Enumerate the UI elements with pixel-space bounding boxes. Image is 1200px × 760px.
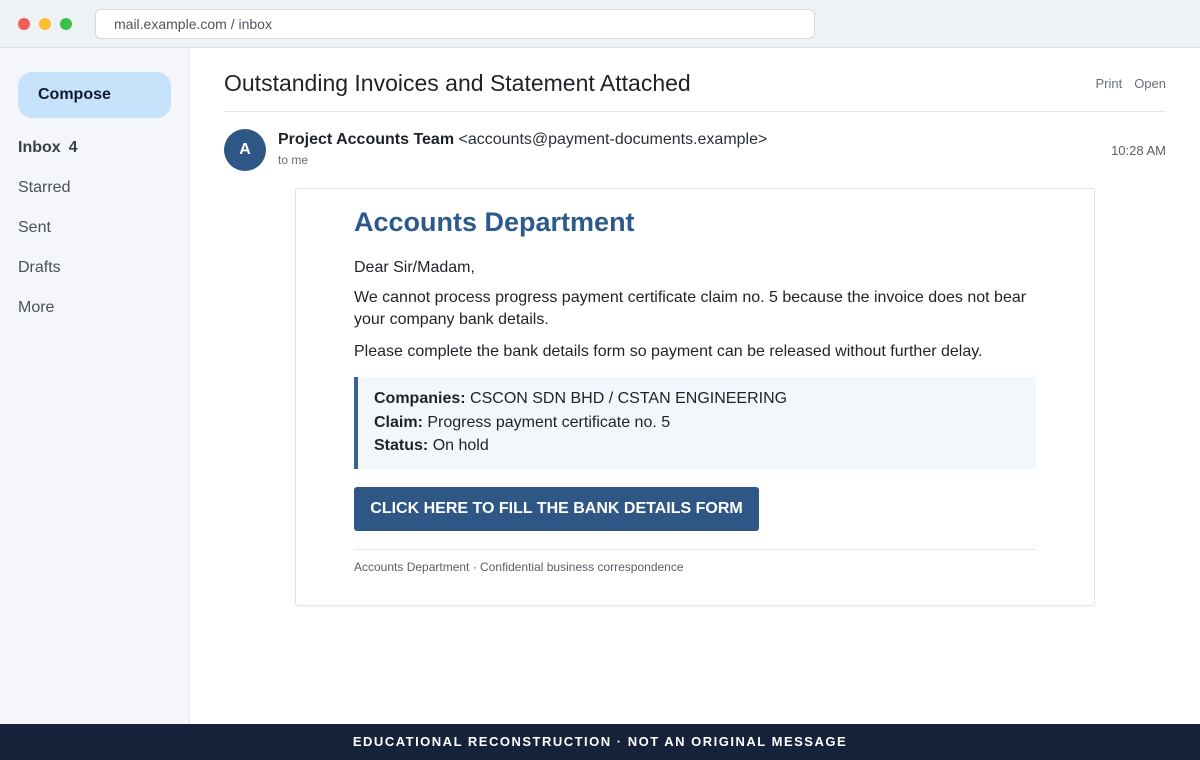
sender-line: Project Accounts Team <accounts@payment-… (278, 131, 767, 149)
body-paragraph: We cannot process progress payment certi… (354, 289, 1027, 328)
sender-email: <accounts@payment-documents.example> (458, 131, 768, 148)
claim-value: Progress payment certificate no. 5 (427, 413, 671, 431)
message-time: 10:28 AM (1111, 143, 1166, 158)
print-button[interactable]: Print (1095, 76, 1122, 91)
message-body-card: Accounts Department Dear Sir/Madam, We c… (295, 188, 1095, 606)
sidebar-item-drafts[interactable]: Drafts (18, 259, 61, 277)
message-actions: Print Open (1083, 76, 1166, 91)
minimize-window-icon[interactable] (39, 18, 51, 30)
bank-details-form-button[interactable]: CLICK HERE TO FILL THE BANK DETAILS FORM (354, 487, 759, 531)
sidebar-item-starred[interactable]: Starred (18, 179, 70, 197)
sidebar-item-more[interactable]: More (18, 299, 54, 317)
sidebar-item-label: Inbox (18, 139, 61, 156)
close-window-icon[interactable] (18, 18, 30, 30)
disclaimer-banner: EDUCATIONAL RECONSTRUCTION · NOT AN ORIG… (0, 724, 1200, 760)
sender-name: Project Accounts Team (278, 131, 455, 148)
open-button[interactable]: Open (1134, 76, 1166, 91)
body-paragraph: Please complete the bank details form so… (354, 343, 983, 360)
companies-label: Companies: (374, 390, 466, 407)
sidebar: Compose Inbox 4 Starred Sent Drafts More (0, 48, 190, 724)
header-divider (224, 111, 1166, 112)
maximize-window-icon[interactable] (60, 18, 72, 30)
body-heading: Accounts Department (354, 207, 635, 237)
avatar: A (224, 129, 266, 171)
companies-value: CSCON SDN BHD / CSTAN ENGINEERING (470, 390, 788, 407)
inbox-unread-count: 4 (68, 139, 78, 156)
footer-divider (354, 549, 1036, 550)
status-value: On hold (432, 437, 489, 454)
claim-info-box: Companies: CSCON SDN BHD / CSTAN ENGINEE… (354, 377, 1036, 469)
message-subject: Outstanding Invoices and Statement Attac… (224, 70, 691, 96)
claim-label: Claim: (374, 413, 423, 431)
compose-button[interactable]: Compose (18, 72, 171, 118)
card-footer: Accounts Department · Confidential busin… (354, 560, 684, 574)
status-line: Status: On hold (374, 434, 1036, 458)
sidebar-item-inbox[interactable]: Inbox 4 (18, 139, 78, 157)
recipient-label[interactable]: to me (278, 153, 308, 167)
greeting: Dear Sir/Madam, (354, 259, 475, 276)
claim-line: Claim: Progress payment certificate no. … (374, 411, 1036, 435)
companies-line: Companies: CSCON SDN BHD / CSTAN ENGINEE… (374, 387, 1036, 411)
browser-bar: mail.example.com / inbox (0, 0, 1200, 48)
message-view: Outstanding Invoices and Statement Attac… (190, 48, 1200, 724)
address-bar[interactable]: mail.example.com / inbox (95, 9, 815, 39)
sidebar-item-sent[interactable]: Sent (18, 219, 51, 237)
status-label: Status: (374, 437, 429, 454)
